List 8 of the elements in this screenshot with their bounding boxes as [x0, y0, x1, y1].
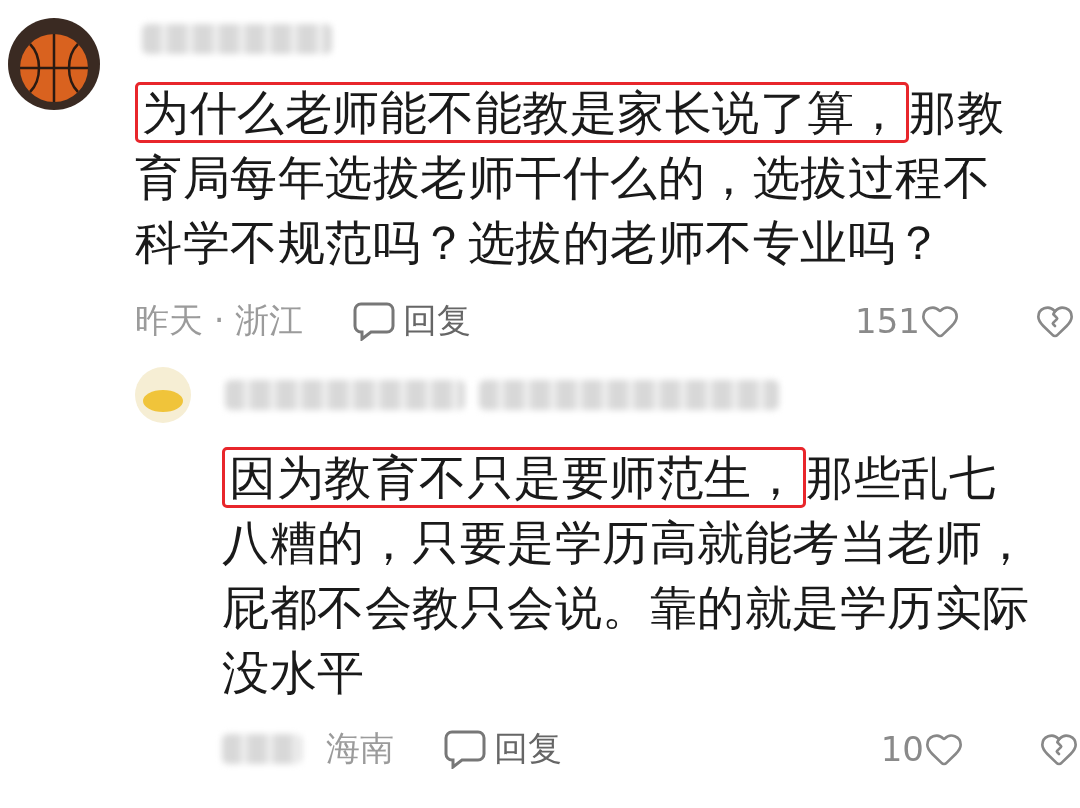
like-button[interactable]: 151 — [855, 301, 960, 341]
time-location: 海南 — [326, 727, 394, 770]
time-location: 昨天 · 浙江 — [135, 299, 304, 342]
reply-button[interactable]: 回复 — [353, 298, 472, 344]
reply-button[interactable]: 回复 — [444, 726, 562, 772]
comment-text: 为什么老师能不能教是家长说了算，那教育局每年选拔老师干什么的，选拔过程不科学不规范吗？选拔的老师不专业吗？ — [135, 80, 1025, 275]
like-button[interactable]: 10 — [880, 729, 964, 769]
comment-text: 因为教育不只是要师范生，那些乱七八糟的，只要是学历高就能考当老师，屁都不会教只会说。靠的就是学历实际没水平 — [222, 445, 1042, 705]
